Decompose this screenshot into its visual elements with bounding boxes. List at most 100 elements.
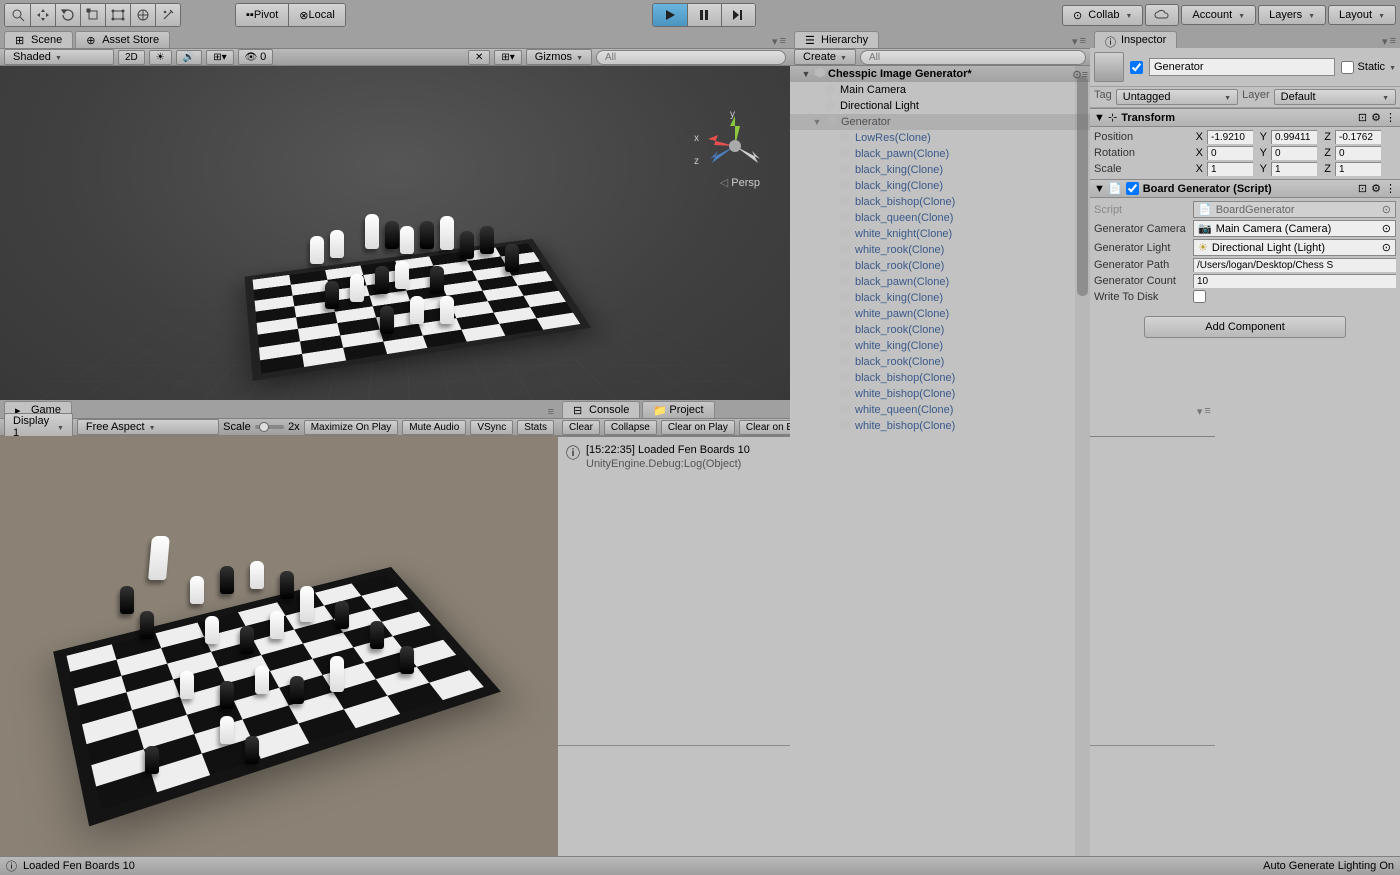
panel-lock-icon[interactable]: ▾ — [1382, 35, 1388, 48]
clear-on-play-toggle[interactable]: Clear on Play — [661, 420, 735, 435]
panel-menu-icon[interactable]: ≡ — [1390, 35, 1396, 48]
add-component-button[interactable]: Add Component — [1144, 316, 1346, 338]
layers-dropdown[interactable]: Layers — [1258, 5, 1326, 25]
hierarchy-item[interactable]: black_bishop(Clone) — [790, 194, 1090, 210]
play-button[interactable] — [653, 4, 687, 26]
scale-y-input[interactable] — [1271, 162, 1317, 176]
object-name-input[interactable] — [1149, 58, 1335, 76]
gizmos-dropdown[interactable]: Gizmos — [526, 49, 592, 65]
collapse-toggle[interactable]: Collapse — [604, 420, 657, 435]
foldout-icon[interactable]: ▼ — [811, 117, 823, 127]
hierarchy-item[interactable]: ▼Generator — [790, 114, 1090, 130]
hierarchy-item[interactable]: black_bishop(Clone) — [790, 370, 1090, 386]
hierarchy-item[interactable]: white_queen(Clone) — [790, 402, 1090, 418]
hierarchy-item[interactable]: white_knight(Clone) — [790, 226, 1090, 242]
step-button[interactable] — [721, 4, 755, 26]
transform-component-header[interactable]: ▼ ⊹ Transform ⊡ ⚙ ⋮ — [1090, 108, 1400, 127]
component-menu-icon[interactable]: ⋮ — [1385, 111, 1396, 124]
disk-checkbox[interactable] — [1193, 290, 1206, 303]
component-reference-icon[interactable]: ⊡ — [1358, 111, 1367, 124]
layer-dropdown[interactable]: Default — [1274, 89, 1396, 105]
hierarchy-item[interactable]: Directional Light — [790, 98, 1090, 114]
panel-menu-icon[interactable]: ≡ — [548, 406, 554, 418]
camera-flares-toggle[interactable]: ✕ — [468, 50, 490, 65]
count-input[interactable] — [1193, 274, 1396, 288]
panel-lock-icon[interactable]: ▾ — [1072, 35, 1078, 48]
hierarchy-item[interactable]: black_pawn(Clone) — [790, 146, 1090, 162]
pivot-toggle[interactable]: ▪▪ Pivot — [236, 4, 288, 26]
tag-dropdown[interactable]: Untagged — [1116, 89, 1238, 105]
audio-toggle[interactable]: 🔊 — [176, 50, 202, 65]
pos-y-input[interactable] — [1271, 130, 1317, 144]
tab-project[interactable]: 📁Project — [642, 401, 714, 418]
lighting-toggle[interactable]: ☀ — [149, 50, 172, 65]
static-dropdown-icon[interactable] — [1389, 61, 1396, 73]
component-reset-icon[interactable]: ⚙ — [1371, 182, 1381, 195]
scale-z-input[interactable] — [1335, 162, 1381, 176]
rot-z-input[interactable] — [1335, 146, 1381, 160]
collab-dropdown[interactable]: ⊙Collab — [1062, 5, 1143, 26]
rot-x-input[interactable] — [1207, 146, 1253, 160]
scene-viewport[interactable]: document.write(Array.from({length:64},(_… — [0, 66, 790, 400]
scene-header-row[interactable]: ▼ Chesspic Image Generator* ⊙≡ — [790, 66, 1090, 82]
static-checkbox[interactable] — [1341, 61, 1354, 74]
pause-button[interactable] — [687, 4, 721, 26]
hierarchy-item[interactable]: white_bishop(Clone) — [790, 386, 1090, 402]
gameobject-icon[interactable] — [1094, 52, 1124, 82]
hierarchy-item[interactable]: black_pawn(Clone) — [790, 274, 1090, 290]
tab-inspector[interactable]: ⓘInspector — [1094, 31, 1177, 48]
rect-tool[interactable] — [105, 4, 130, 26]
tab-asset-store[interactable]: ⊕Asset Store — [75, 31, 170, 48]
custom-tool[interactable] — [155, 4, 180, 26]
stats-toggle[interactable]: Stats — [517, 420, 554, 435]
hierarchy-item[interactable]: black_rook(Clone) — [790, 258, 1090, 274]
light-field[interactable]: ☀Directional Light (Light)⊙ — [1193, 239, 1396, 256]
maximize-on-play[interactable]: Maximize On Play — [304, 420, 399, 435]
hierarchy-item[interactable]: black_rook(Clone) — [790, 322, 1090, 338]
scene-orientation-gizmo[interactable]: y x z — [700, 111, 770, 181]
component-enabled-checkbox[interactable] — [1126, 182, 1139, 195]
scale-tool[interactable] — [80, 4, 105, 26]
tab-scene[interactable]: ⊞Scene — [4, 31, 73, 48]
clear-button[interactable]: Clear — [562, 420, 600, 435]
component-reset-icon[interactable]: ⚙ — [1371, 111, 1381, 124]
hierarchy-item[interactable]: Main Camera — [790, 82, 1090, 98]
foldout-icon[interactable]: ▼ — [1094, 112, 1104, 124]
mute-audio[interactable]: Mute Audio — [402, 420, 466, 435]
hierarchy-item[interactable]: black_king(Clone) — [790, 178, 1090, 194]
tab-hierarchy[interactable]: ☰Hierarchy — [794, 31, 879, 48]
rotate-tool[interactable] — [55, 4, 80, 26]
hierarchy-item[interactable]: black_queen(Clone) — [790, 210, 1090, 226]
camera-field[interactable]: 📷Main Camera (Camera)⊙ — [1193, 220, 1396, 237]
scene-search[interactable] — [596, 50, 786, 65]
hidden-toggle[interactable]: 👁 0 — [238, 49, 274, 65]
active-checkbox[interactable] — [1130, 61, 1143, 74]
layout-dropdown[interactable]: Layout — [1328, 5, 1396, 25]
panel-menu-icon[interactable]: ≡ — [1080, 35, 1086, 48]
account-dropdown[interactable]: Account — [1181, 5, 1256, 25]
component-reference-icon[interactable]: ⊡ — [1358, 182, 1367, 195]
panel-menu-icon[interactable]: ≡ — [780, 35, 786, 48]
rot-y-input[interactable] — [1271, 146, 1317, 160]
hierarchy-scrollbar[interactable] — [1075, 66, 1090, 856]
hierarchy-item[interactable]: LowRes(Clone) — [790, 130, 1090, 146]
cloud-button[interactable] — [1145, 4, 1179, 26]
move-tool[interactable] — [30, 4, 55, 26]
aspect-dropdown[interactable]: Free Aspect — [77, 419, 219, 435]
vsync-toggle[interactable]: VSync — [470, 420, 513, 435]
foldout-icon[interactable]: ▼ — [800, 69, 812, 79]
shading-mode-dropdown[interactable]: Shaded — [4, 49, 114, 65]
pos-x-input[interactable] — [1207, 130, 1253, 144]
hierarchy-body[interactable]: ▼ Chesspic Image Generator* ⊙≡ Main Came… — [790, 66, 1090, 856]
scale-x-input[interactable] — [1207, 162, 1253, 176]
pos-z-input[interactable] — [1335, 130, 1381, 144]
transform-combined-tool[interactable] — [130, 4, 155, 26]
hierarchy-item[interactable]: white_pawn(Clone) — [790, 306, 1090, 322]
hierarchy-item[interactable]: white_rook(Clone) — [790, 242, 1090, 258]
script-component-header[interactable]: ▼ 📄 Board Generator (Script) ⊡ ⚙ ⋮ — [1090, 179, 1400, 198]
grid-toggle[interactable]: ⊞▾ — [494, 50, 521, 65]
hierarchy-item[interactable]: black_king(Clone) — [790, 290, 1090, 306]
hierarchy-item[interactable]: black_rook(Clone) — [790, 354, 1090, 370]
hierarchy-item[interactable]: white_king(Clone) — [790, 338, 1090, 354]
create-dropdown[interactable]: Create — [794, 49, 856, 65]
